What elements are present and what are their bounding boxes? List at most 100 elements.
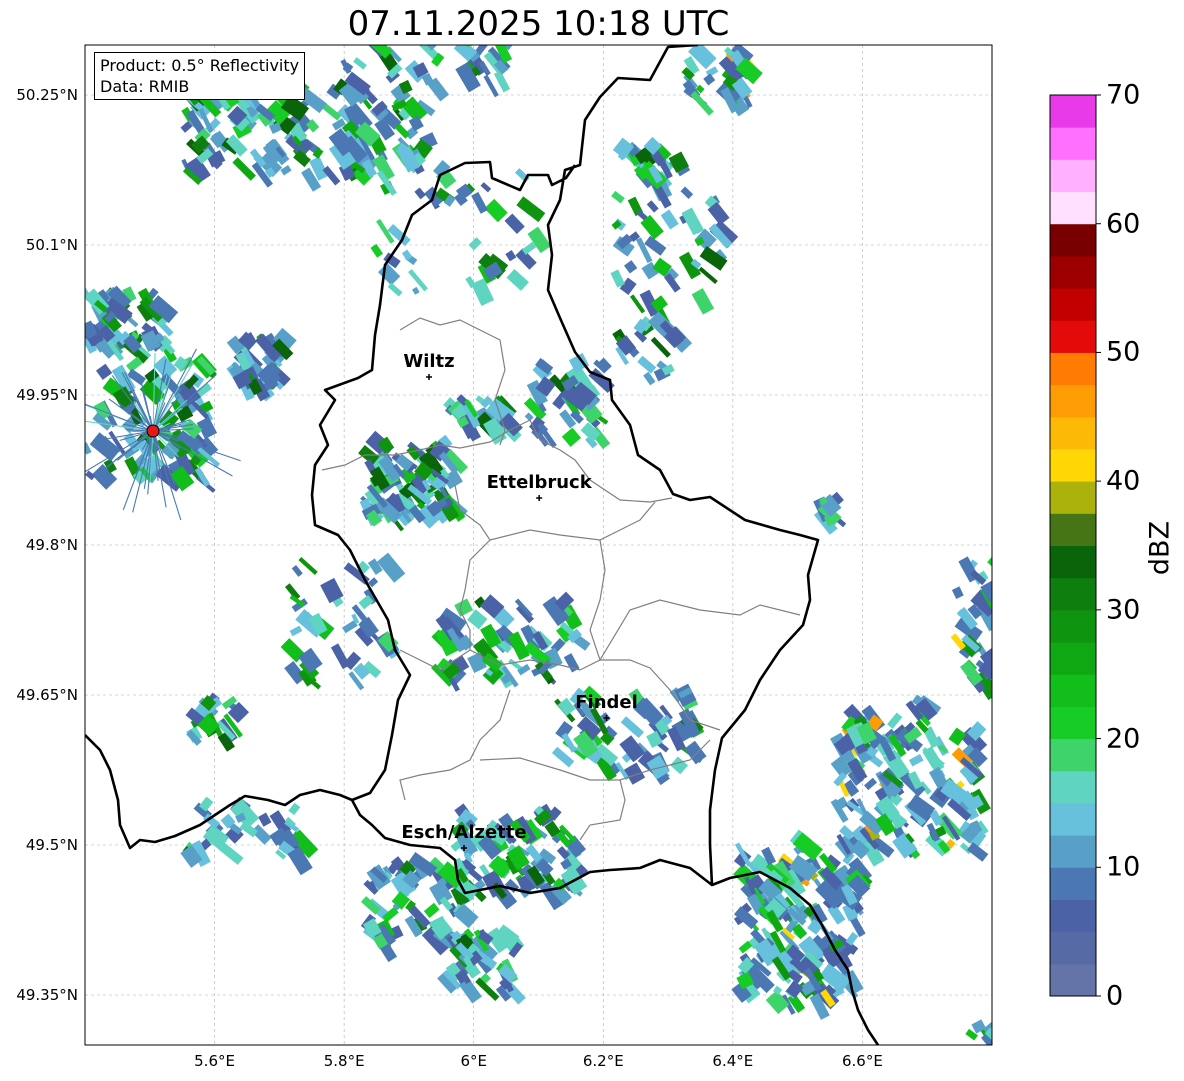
colorbar-segment [1050, 320, 1096, 353]
colorbar-tick-label: 20 [1106, 723, 1141, 755]
lon-tick-label: 6.2°E [582, 1052, 624, 1070]
echo-cell [646, 200, 659, 213]
colorbar-segment [1050, 899, 1096, 933]
lon-tick-label: 5.6°E [194, 1052, 235, 1070]
echo-cell [948, 727, 967, 746]
echo-cell [637, 355, 657, 374]
lat-tick-label: 49.8°N [25, 536, 78, 554]
lat-tick-label: 49.5°N [25, 836, 78, 854]
colorbar [1049, 94, 1101, 997]
colorbar-segment [1050, 642, 1096, 675]
echo-cell [467, 609, 488, 630]
echo-cell [468, 237, 482, 251]
colorbar-segment [1050, 577, 1096, 611]
radar-site-marker [146, 424, 160, 438]
colorbar-segment [1050, 416, 1096, 450]
echo-cell [995, 1034, 1015, 1054]
radar-echoes [85, 23, 1024, 1069]
data-source-label: Data: RMIB [100, 77, 190, 96]
echo-cell [999, 1046, 1020, 1069]
echo-cell [85, 470, 96, 481]
echo-cell [623, 762, 646, 785]
colorbar-tick-label: 70 [1106, 79, 1141, 111]
echo-cell [516, 196, 546, 223]
colorbar-segment [1050, 255, 1096, 289]
colorbar-segment [1050, 95, 1096, 128]
echo-cell [660, 209, 679, 230]
echo-cell [218, 842, 244, 865]
echo-cell [699, 246, 728, 271]
lat-tick-label: 49.65°N [16, 686, 78, 704]
colorbar-tick-label: 10 [1106, 851, 1141, 883]
echo-cell [610, 269, 626, 288]
colorbar-segment [1050, 127, 1096, 160]
echo-cell [463, 29, 476, 42]
echo-cell [376, 552, 406, 583]
echo-cell [1005, 1023, 1017, 1034]
echo-cell [561, 427, 582, 447]
echo-cell [412, 286, 420, 295]
colorbar-segment [1050, 191, 1096, 225]
city-label: Esch/Alzette [401, 822, 526, 843]
echo-cell [504, 213, 525, 234]
echo-cell [690, 90, 714, 116]
echo-cell [378, 263, 401, 286]
echo-cell [620, 716, 645, 739]
colorbar-segment [1050, 835, 1096, 868]
echo-cell [426, 33, 434, 42]
colorbar-segment [1050, 223, 1096, 257]
echo-cell [484, 198, 508, 223]
echo-cell [258, 812, 272, 827]
colorbar-segment [1050, 674, 1096, 707]
echo-cell [703, 73, 716, 86]
colorbar-segment [1050, 384, 1096, 418]
echo-cell [454, 598, 474, 617]
lon-tick-label: 5.8°E [323, 1052, 365, 1070]
colorbar-segment [1050, 867, 1096, 900]
colorbar-tick-label: 60 [1106, 208, 1141, 240]
echo-cell [387, 282, 403, 297]
lat-tick-label: 50.25°N [16, 86, 78, 104]
colorbar-label: dBZ [1144, 520, 1176, 576]
echo-cell [414, 187, 426, 200]
echo-cell [506, 268, 529, 291]
echo-cell [989, 1027, 992, 1045]
echo-cell [623, 260, 638, 274]
echo-cell [969, 1044, 988, 1045]
echo-cell [908, 753, 924, 767]
echo-cell [951, 586, 964, 600]
echo-cell [997, 1025, 1024, 1054]
colorbar-segment [1050, 802, 1096, 836]
echo-cell [471, 278, 495, 307]
lat-tick-label: 49.35°N [16, 986, 78, 1004]
echo-cell [370, 243, 384, 258]
echo-cell [670, 756, 689, 775]
echo-cell [413, 45, 442, 51]
echo-cell [698, 266, 718, 284]
echo-cell [691, 288, 715, 315]
echo-cell [353, 57, 367, 70]
echo-cell [480, 182, 492, 193]
echo-cell [95, 363, 113, 380]
echo-cell [998, 1031, 1015, 1046]
echo-cell [987, 554, 992, 574]
colorbar-segment [1050, 963, 1096, 997]
echo-cell [996, 1025, 1017, 1046]
echo-cell [864, 777, 878, 791]
colorbar-segment [1050, 481, 1096, 514]
colorbar-segment [1050, 352, 1096, 386]
colorbar-segment [1050, 513, 1096, 546]
echo-cell [423, 902, 440, 918]
echo-cell [291, 564, 303, 577]
colorbar-segment [1050, 770, 1096, 804]
product-info-box: Product: 0.5° Reflectivity Data: RMIB [94, 52, 306, 100]
colorbar-segment [1050, 738, 1096, 772]
colorbar-segment [1050, 706, 1096, 740]
colorbar-segment [1050, 288, 1096, 321]
echo-cell [680, 186, 694, 200]
echo-cell [427, 45, 436, 46]
colorbar-tick-label: 50 [1106, 336, 1141, 368]
echo-cell [397, 23, 412, 38]
radar-map: Wiltz Ettelbruck Findel Esch/Alzette [84, 23, 1101, 1069]
lon-tick-label: 6.6°E [842, 1052, 883, 1070]
